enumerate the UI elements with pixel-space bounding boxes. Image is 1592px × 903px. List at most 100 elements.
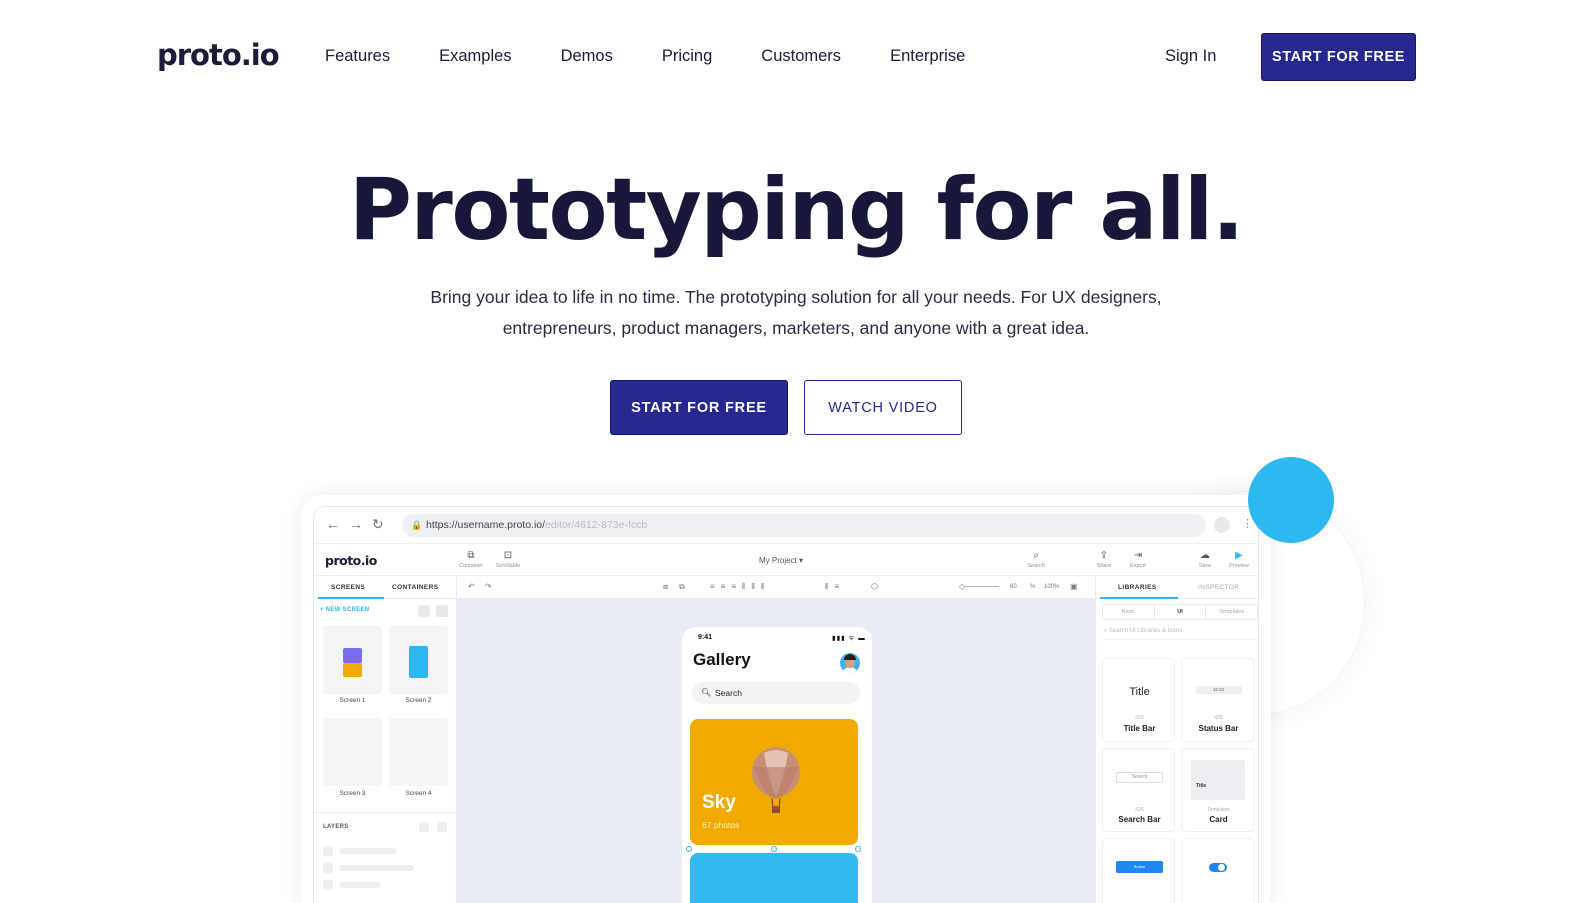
editor-logo: proto.io — [325, 553, 377, 568]
scrollable-icon: ⊡ — [503, 550, 513, 561]
top-navigation: proto.io Features Examples Demos Pricing… — [0, 0, 1592, 115]
screen-label-1: Screen 1 — [339, 697, 366, 704]
libraries-panel: LIBRARIES INSPECTOR Basic UI Templates ⌕… — [1095, 576, 1258, 903]
component-preview: Title — [1129, 686, 1150, 698]
editor-mockup: ← → ↻ 🔒 https://username.proto.io/editor… — [313, 506, 1259, 903]
component-name: Card — [1209, 815, 1228, 824]
layer-item-icon — [323, 846, 333, 856]
play-icon: ▶ — [1235, 550, 1243, 561]
hot-air-balloon-image — [752, 747, 800, 813]
nav-start-for-free-button[interactable]: START FOR FREE — [1261, 33, 1416, 81]
screen-thumbnail-2 — [389, 626, 448, 694]
hero-subtitle: Bring your idea to life in no time. The … — [430, 287, 1162, 338]
screen-label-4: Screen 4 — [405, 790, 432, 797]
nav-link-customers[interactable]: Customers — [761, 47, 841, 66]
undo-icon: ↶ — [468, 582, 475, 591]
component-name: Search Bar — [1118, 815, 1161, 824]
redo-icon: ↷ — [485, 582, 492, 591]
libraries-tabs: LIBRARIES INSPECTOR — [1096, 576, 1258, 599]
library-segment-control: Basic UI Templates — [1102, 604, 1258, 620]
phone-preview: 9:41 ▮▮▮ ᯤ ▬ Gallery 🔍︎ Search Sky 67 ph… — [682, 627, 872, 903]
layer-item-icon — [323, 863, 333, 873]
nav-link-pricing[interactable]: Pricing — [662, 47, 712, 66]
component-preview: Button — [1133, 864, 1146, 869]
proto-io-logo[interactable]: proto.io — [157, 38, 280, 72]
search-icon: 🔍︎ — [701, 688, 712, 697]
screen-thumbnail-4 — [389, 718, 448, 786]
blue-card — [690, 853, 858, 903]
zoom-unit: % — [1030, 584, 1036, 590]
selection-handle — [771, 846, 777, 852]
component-preview: Title — [1196, 783, 1207, 789]
layer-item — [340, 848, 396, 854]
zoom-value: 60 — [1010, 584, 1017, 590]
layers-title: LAYERS — [323, 824, 349, 830]
component-search-bar: Search iOS Search Bar — [1102, 748, 1175, 832]
list-view-icon — [436, 605, 448, 617]
selection-handle — [686, 846, 692, 852]
sky-card: Sky 67 photos — [690, 719, 858, 845]
tab-screens: SCREENS — [331, 584, 366, 591]
zoom-slider-icon: ◇────── — [959, 582, 1000, 591]
browser-bar: ← → ↻ 🔒 https://username.proto.io/editor… — [314, 507, 1258, 543]
design-canvas: 9:41 ▮▮▮ ᯤ ▬ Gallery 🔍︎ Search Sky 67 ph… — [457, 599, 1095, 903]
zoom-100: 100% — [1044, 584, 1060, 590]
component-toggle — [1181, 838, 1254, 903]
profile-icon — [1214, 517, 1230, 533]
align-icons: ≡≡≡⫴⫴⫴ — [710, 582, 771, 591]
address-bar: 🔒 https://username.proto.io/editor/4612-… — [402, 514, 1206, 537]
tab-libraries: LIBRARIES — [1118, 584, 1157, 591]
export-tool: ⇥ Export — [1121, 549, 1155, 569]
nav-link-enterprise[interactable]: Enterprise — [890, 47, 965, 66]
url-path: editor/4612-873e-fccb — [545, 519, 648, 531]
tab-containers: CONTAINERS — [392, 584, 439, 591]
url-host: https://username.proto.io/ — [426, 519, 546, 531]
avatar — [840, 653, 860, 673]
component-button: Button — [1102, 838, 1175, 903]
container-tool-label: Container — [459, 563, 483, 569]
segment-ui: UI — [1155, 605, 1207, 619]
grid-view-icon — [418, 605, 430, 617]
component-preview: 16:22 — [1212, 687, 1225, 692]
phone-time: 9:41 — [698, 634, 713, 641]
layer-item — [340, 865, 414, 871]
container-tool: ⧉ Container — [454, 549, 488, 569]
share-icon: ⇪ — [1099, 550, 1109, 561]
lock-icon: 🔒 — [411, 520, 423, 530]
segment-templates: Templates — [1219, 609, 1245, 615]
group-icon: ⧈ — [663, 582, 669, 591]
decorative-circle — [1248, 457, 1334, 543]
active-tab-indicator — [318, 597, 384, 599]
segment-basic: Basic — [1103, 605, 1155, 619]
start-for-free-button[interactable]: START FOR FREE — [610, 380, 788, 435]
phone-search-bar: 🔍︎ Search — [692, 682, 860, 704]
active-tab-indicator — [1100, 597, 1178, 599]
component-name: Title Bar — [1123, 724, 1156, 733]
screens-panel: SCREENS CONTAINERS + NEW SCREEN Screen 1… — [314, 576, 457, 903]
export-tool-label: Export — [1130, 563, 1146, 569]
sky-card-title: Sky — [702, 792, 736, 813]
component-title-bar: Title iOS Title Bar — [1102, 658, 1175, 742]
fit-icon: ▣ — [1070, 582, 1078, 591]
tab-inspector: INSPECTOR — [1198, 584, 1240, 591]
phone-search-label: Search — [715, 688, 742, 698]
distribute-icons: ⫴≡ — [825, 582, 846, 591]
forward-arrow-icon: → — [349, 516, 363, 532]
more-menu-icon: ⋮ — [1242, 518, 1253, 530]
hero-title: Prototyping for all. — [348, 160, 1245, 260]
watch-video-button[interactable]: WATCH VIDEO — [804, 380, 962, 435]
share-tool: ⇪ Share — [1087, 549, 1121, 569]
search-tool-label: Search — [1027, 563, 1045, 569]
nav-link-demos[interactable]: Demos — [561, 47, 613, 66]
screen-label-2: Screen 2 — [405, 697, 432, 704]
scrollable-tool-label: Scrollable — [495, 563, 521, 569]
selection-handle — [855, 846, 861, 852]
sign-in-link[interactable]: Sign In — [1165, 47, 1216, 66]
layer-item-icon — [323, 880, 333, 890]
save-tool-label: Save — [1198, 563, 1212, 569]
nav-link-examples[interactable]: Examples — [439, 47, 511, 66]
gallery-title: Gallery — [693, 650, 751, 669]
export-icon: ⇥ — [1133, 550, 1143, 561]
nav-link-features[interactable]: Features — [325, 47, 390, 66]
layer-item — [340, 882, 380, 888]
